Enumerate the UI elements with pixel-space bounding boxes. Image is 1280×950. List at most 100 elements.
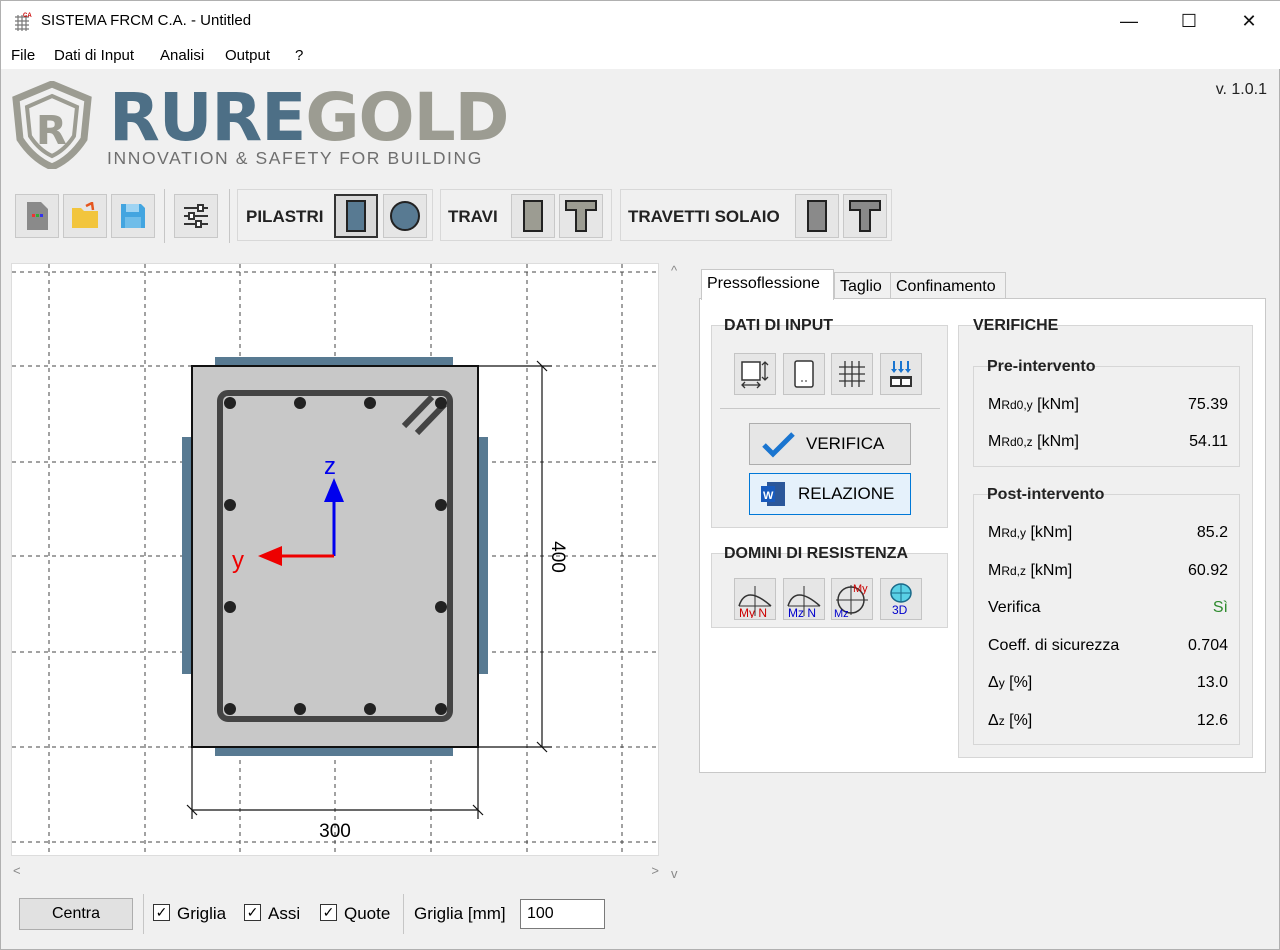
scroll-right-icon[interactable]: >	[651, 863, 659, 878]
domain-3d-icon: 3D	[890, 583, 912, 617]
save-file-button[interactable]	[111, 194, 155, 238]
title-bar: CA SISTEMA FRCM C.A. - Untitled — ☐ ✕	[1, 1, 1280, 41]
open-file-button[interactable]	[63, 194, 107, 238]
trave-t-button[interactable]	[559, 194, 603, 238]
rect-joist-icon	[807, 200, 827, 232]
travetto-rect-button[interactable]	[795, 194, 839, 238]
result-value: 54.11	[1189, 433, 1228, 450]
scroll-left-icon[interactable]: <	[13, 863, 21, 878]
dati-input-title: DATI DI INPUT	[724, 317, 834, 334]
griglia-mm-label: Griglia [mm]	[414, 904, 506, 923]
domini-group: DOMINI DI RESISTENZA My N Mz N My Mz 3D	[711, 545, 948, 628]
result-row: MRd,z [kNm] 60.92	[988, 562, 1228, 586]
maximize-icon: ☐	[1180, 10, 1198, 31]
toolbar-separator	[164, 189, 165, 243]
result-row: MRd0,z [kNm] 54.11	[988, 433, 1228, 457]
menu-dati-di-input[interactable]: Dati di Input	[54, 47, 134, 64]
menu-output[interactable]: Output	[225, 47, 270, 64]
mesh-icon	[839, 361, 865, 387]
result-label: MRd,z [kNm]	[988, 561, 1073, 579]
scroll-up-icon[interactable]: ^	[671, 263, 677, 278]
relazione-button[interactable]: W RELAZIONE	[749, 473, 911, 515]
result-value: Sì	[1212, 599, 1228, 616]
assi-checkbox-label: Assi	[268, 904, 301, 923]
settings-button[interactable]	[174, 194, 218, 238]
domain-mz-n-button[interactable]: Mz N	[783, 578, 825, 620]
quote-checkbox-label: Quote	[344, 904, 391, 923]
word-icon: W	[761, 482, 785, 506]
scroll-down-icon[interactable]: v	[671, 866, 678, 881]
centra-button[interactable]: Centra	[19, 898, 133, 930]
result-label: MRd,y [kNm]	[988, 524, 1073, 541]
pilastri-label: PILASTRI	[246, 207, 324, 226]
verifica-label: VERIFICA	[806, 434, 885, 453]
reinforcement-button[interactable]	[831, 353, 873, 395]
svg-text:My N: My N	[739, 606, 767, 618]
geometry-button[interactable]	[734, 353, 776, 395]
travetto-t-button[interactable]	[843, 194, 887, 238]
minimize-button[interactable]: —	[1099, 1, 1159, 41]
vertical-scrollbar[interactable]: ^ v	[667, 263, 687, 881]
svg-text:CA: CA	[23, 13, 32, 19]
toolbar-separator	[229, 189, 230, 243]
loads-icon	[890, 361, 912, 387]
tab-pressoflessione[interactable]: Pressoflessione	[701, 269, 834, 300]
result-label: MRd0,z [kNm]	[988, 433, 1079, 450]
app-icon: CA	[13, 11, 33, 31]
domain-my-n-icon: My N	[738, 586, 772, 618]
bottom-separator	[143, 894, 144, 934]
verifica-button[interactable]: VERIFICA	[749, 423, 911, 465]
tab-taglio[interactable]: Taglio	[834, 272, 891, 299]
logo-wordmark: RUREGOLD	[109, 79, 509, 156]
t-beam-icon	[565, 200, 597, 232]
griglia-checkbox[interactable]: ✓	[153, 904, 170, 921]
horizontal-scrollbar[interactable]: < >	[11, 859, 661, 881]
section-canvas[interactable]: z y 300 400	[11, 263, 659, 856]
griglia-checkbox-label: Griglia	[177, 904, 227, 923]
domain-my-mz-icon: My Mz	[834, 583, 868, 618]
circle-section-icon	[390, 201, 420, 231]
verifiche-title: VERIFICHE	[973, 317, 1059, 334]
result-value: 75.39	[1187, 396, 1228, 413]
result-label: Δy [%]	[988, 674, 1033, 691]
new-file-button[interactable]	[15, 194, 59, 238]
result-label: MRd0,y [kNm]	[988, 396, 1079, 413]
menu-file[interactable]: File	[11, 47, 35, 64]
post-intervento-group: Post-intervento MRd,y [kNm] 85.2 MRd,z [kN…	[973, 486, 1240, 745]
domain-my-n-button[interactable]: My N	[734, 578, 776, 620]
width-dimension-label: 300	[319, 821, 351, 842]
domain-3d-button[interactable]: 3D	[880, 578, 922, 620]
quote-checkbox[interactable]: ✓	[320, 904, 337, 921]
pilastro-circle-button[interactable]	[383, 194, 427, 238]
save-icon	[121, 204, 145, 228]
material-button[interactable]	[783, 353, 825, 395]
axis-z-label: z	[324, 453, 336, 480]
result-label: Coeff. di sicurezza	[988, 636, 1120, 654]
pilastri-group: PILASTRI	[237, 189, 433, 241]
domain-my-mz-button[interactable]: My Mz	[831, 578, 873, 620]
travi-label: TRAVI	[448, 207, 498, 226]
griglia-mm-input[interactable]	[520, 899, 605, 929]
close-button[interactable]: ✕	[1219, 1, 1279, 41]
menu-analisi[interactable]: Analisi	[160, 47, 204, 64]
tab-confinamento[interactable]: Confinamento	[890, 272, 1006, 299]
maximize-button[interactable]: ☐	[1159, 1, 1219, 41]
loads-button[interactable]	[880, 353, 922, 395]
relazione-label: RELAZIONE	[798, 484, 895, 503]
menu-help[interactable]: ?	[295, 47, 303, 64]
logo-shield-icon: R	[11, 80, 93, 171]
trave-rect-button[interactable]	[511, 194, 555, 238]
result-label: Verifica	[988, 599, 1041, 616]
dati-input-group: DATI DI INPUT VERIFICA W RELAZIONE	[711, 317, 948, 528]
result-row: MRd,y [kNm] 85.2	[988, 524, 1228, 548]
axis-y-label: y	[232, 547, 244, 574]
pilastro-rect-button[interactable]	[334, 194, 378, 238]
svg-text:Mz N: Mz N	[788, 606, 816, 618]
window-title: SISTEMA FRCM C.A. - Untitled	[41, 12, 252, 29]
assi-checkbox[interactable]: ✓	[244, 904, 261, 921]
pre-intervento-group: Pre-intervento MRd0,y [kNm] 75.39 MRd0,z […	[973, 358, 1240, 467]
result-value: 13.0	[1196, 674, 1228, 691]
t-joist-icon	[849, 200, 881, 232]
result-value: 60.92	[1187, 561, 1228, 579]
height-dimension-label: 400	[547, 541, 568, 573]
